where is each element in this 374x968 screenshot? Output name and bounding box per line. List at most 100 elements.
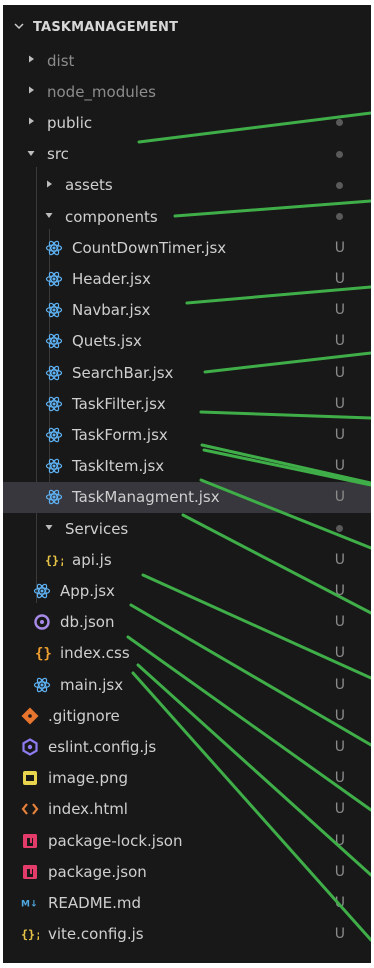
- react-icon: [45, 395, 63, 413]
- tree-file-item[interactable]: index.html U: [3, 794, 371, 825]
- untracked-status-badge: U: [334, 458, 345, 475]
- caret-right-icon: [25, 116, 37, 129]
- tree-item-label: README.md: [48, 893, 142, 912]
- tree-item-label: image.png: [48, 769, 129, 788]
- tree-item-label: package.json: [48, 862, 147, 881]
- eslint-icon: [21, 738, 39, 756]
- tree-file-item[interactable]: TaskForm.jsx U: [3, 419, 371, 450]
- untracked-status-badge: U: [334, 863, 345, 880]
- untracked-status-badge: U: [334, 645, 345, 662]
- npm-icon: [21, 863, 39, 881]
- tree-item-label: index.html: [48, 800, 128, 819]
- tree-file-item[interactable]: TaskFilter.jsx U: [3, 388, 371, 419]
- explorer-panel: TASKMANAGEMENT dist node_modulespublic src…: [3, 5, 371, 963]
- project-name: TASKMANAGEMENT: [33, 19, 179, 35]
- modified-dot-indicator: [336, 525, 343, 532]
- untracked-status-badge: U: [334, 582, 345, 599]
- modified-dot-indicator: [336, 119, 343, 127]
- tree-item-label: eslint.config.js: [48, 737, 157, 756]
- untracked-status-badge: U: [334, 738, 345, 755]
- tree-item-label: main.jsx: [60, 675, 124, 694]
- chevron-down-icon: [13, 20, 27, 35]
- tree-item-label: TaskForm.jsx: [72, 425, 168, 444]
- tree-file-item[interactable]: {}; api.js U: [3, 544, 371, 575]
- git-icon: [21, 707, 39, 725]
- tree-file-item[interactable]: .gitignore U: [3, 700, 371, 731]
- caret-down-icon: [43, 210, 55, 223]
- caret-right-icon: [43, 179, 55, 192]
- untracked-status-badge: U: [334, 707, 345, 724]
- tree-folder-item[interactable]: Services: [3, 513, 371, 544]
- react-icon: [33, 676, 51, 694]
- react-icon: [45, 239, 63, 257]
- css-braces-icon: {}: [33, 644, 51, 662]
- tree-item-label: App.jsx: [60, 581, 115, 600]
- caret-right-icon: [25, 85, 37, 98]
- tree-file-item[interactable]: SearchBar.jsx U: [3, 357, 371, 388]
- untracked-status-badge: U: [334, 614, 345, 631]
- caret-down-icon: [43, 522, 55, 535]
- tree-item-label: vite.config.js: [48, 925, 144, 944]
- tree-folder-item[interactable]: dist: [3, 45, 371, 76]
- untracked-status-badge: U: [334, 676, 345, 693]
- untracked-status-badge: U: [334, 333, 345, 350]
- tree-file-item[interactable]: main.jsx U: [3, 669, 371, 700]
- svg-text:{};: {};: [45, 553, 63, 567]
- tree-item-label: CountDownTimer.jsx: [72, 238, 227, 257]
- html-icon: [21, 800, 39, 818]
- modified-dot-indicator: [336, 150, 343, 158]
- tree-file-item[interactable]: App.jsx U: [3, 575, 371, 606]
- tree-file-item[interactable]: CountDownTimer.jsx U: [3, 232, 371, 263]
- tree-file-item[interactable]: TaskManagment.jsx U: [3, 481, 371, 513]
- untracked-status-badge: U: [334, 551, 345, 568]
- json-ring-icon: [33, 613, 51, 631]
- react-icon: [45, 332, 63, 350]
- tree-item-label: api.js: [72, 550, 112, 569]
- caret-down-icon: [25, 148, 37, 161]
- untracked-status-badge: U: [334, 395, 345, 412]
- tree-folder-item[interactable]: src: [3, 139, 371, 170]
- tree-folder-item[interactable]: node_modules: [3, 76, 371, 107]
- js-icon: {};: [45, 551, 63, 569]
- tree-item-label: package-lock.json: [48, 831, 183, 850]
- untracked-status-badge: U: [334, 770, 345, 787]
- tree-item-label: SearchBar.jsx: [72, 363, 174, 382]
- tree-item-label: TaskItem.jsx: [72, 457, 165, 476]
- tree-folder-item[interactable]: components: [3, 201, 371, 232]
- tree-file-item[interactable]: {}; vite.config.js U: [3, 919, 371, 950]
- tree-file-item[interactable]: image.png U: [3, 763, 371, 794]
- tree-item-label: .gitignore: [48, 706, 120, 725]
- tree-item-label: Services: [65, 519, 129, 538]
- caret-right-icon: [25, 54, 37, 67]
- svg-text:{}: {}: [35, 646, 51, 662]
- tree-item-label: public: [47, 113, 93, 132]
- tree-file-item[interactable]: db.json U: [3, 607, 371, 638]
- tree-folder-item[interactable]: assets: [3, 170, 371, 201]
- tree-file-item[interactable]: package-lock.json U: [3, 825, 371, 856]
- untracked-status-badge: U: [334, 489, 345, 506]
- tree-item-label: TaskManagment.jsx: [72, 488, 220, 507]
- tree-file-item[interactable]: {} index.css U: [3, 638, 371, 669]
- react-icon: [45, 457, 63, 475]
- svg-text:{};: {};: [21, 928, 39, 942]
- untracked-status-badge: U: [334, 894, 345, 911]
- modified-dot-indicator: [336, 181, 343, 189]
- untracked-status-badge: U: [334, 364, 345, 381]
- tree-folder-item[interactable]: public: [3, 107, 371, 138]
- npm-icon: [21, 832, 39, 850]
- project-header[interactable]: TASKMANAGEMENT: [3, 5, 371, 49]
- tree-item-label: db.json: [60, 613, 115, 632]
- js-icon: {};: [21, 925, 39, 943]
- svg-text:M↓: M↓: [21, 899, 38, 909]
- tree-item-label: dist: [47, 51, 75, 70]
- untracked-status-badge: U: [334, 926, 345, 943]
- tree-file-item[interactable]: package.json U: [3, 856, 371, 887]
- tree-file-item[interactable]: Navbar.jsx U: [3, 295, 371, 326]
- tree-file-item[interactable]: M↓ README.md U: [3, 887, 371, 918]
- untracked-status-badge: U: [334, 832, 345, 849]
- tree-file-item[interactable]: TaskItem.jsx U: [3, 451, 371, 482]
- tree-file-item[interactable]: Header.jsx U: [3, 263, 371, 294]
- tree-item-label: src: [47, 145, 69, 164]
- tree-file-item[interactable]: eslint.config.js U: [3, 731, 371, 762]
- tree-file-item[interactable]: Quets.jsx U: [3, 326, 371, 357]
